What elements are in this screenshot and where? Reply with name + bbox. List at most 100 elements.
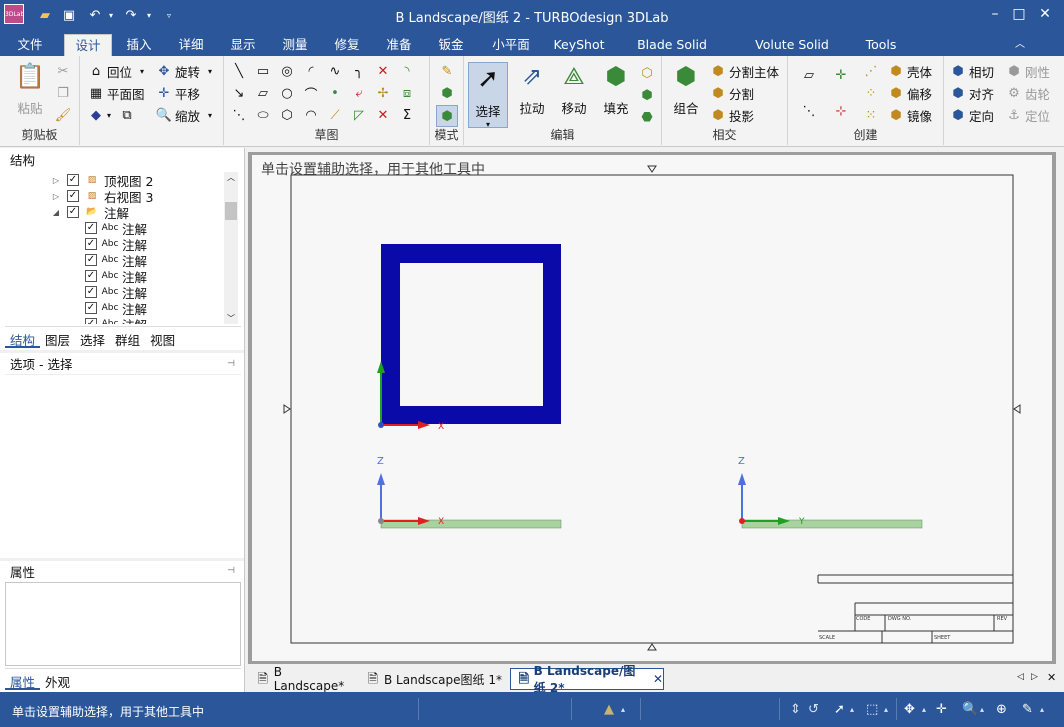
circle-icon[interactable]: ◎ [278,62,296,80]
split-button[interactable]: ⬢ 分割 [710,83,754,103]
tab-properties[interactable]: 属性 [5,669,41,690]
replace-icon[interactable]: ⬣ [638,108,656,126]
pan-view-icon[interactable]: ✛ [936,702,947,717]
expand-icon[interactable]: ▷ [51,176,61,185]
tab-views[interactable]: 视图 [145,327,180,348]
doc-tab[interactable]: 🗎 B Landscape图纸 1* [359,668,505,690]
minimize-button[interactable]: – [984,6,1006,26]
zoom-dropdown-icon[interactable]: ▴ [980,705,984,714]
move-button[interactable]: ⟁ 移动 [554,60,594,117]
rotate-button[interactable]: ✥ 旋转 ▾ [156,61,212,81]
zoom-button[interactable]: 🔍 缩放 ▾ [156,105,212,125]
pin-icon[interactable]: ⊣ [227,566,235,576]
tab-detail[interactable]: 详细 [170,34,212,56]
arc-icon[interactable]: ◜ [302,62,320,80]
tab-facets[interactable]: 小平面 [486,34,536,56]
box-select-dropdown-icon[interactable]: ▴ [884,705,888,714]
three-point-arc-icon[interactable]: ◠ [302,106,320,124]
select-mode-dropdown-icon[interactable]: ▴ [850,705,854,714]
tree-item-folder[interactable]: ◢ ✓ 📂 注解 [51,204,129,221]
blend-icon[interactable]: ⬡ [638,64,656,82]
construction-line-icon[interactable]: ⋱ [230,106,248,124]
copy-icon[interactable]: ❐ [54,84,72,102]
linear-pattern-icon[interactable]: ⋰ [862,62,880,80]
visibility-checkbox[interactable]: ✓ [67,206,79,218]
spline-icon[interactable]: ∿ [326,62,344,80]
line-icon[interactable]: ╲ [230,62,248,80]
section-mode-icon[interactable]: ⬢ [438,84,456,102]
shell-button[interactable]: ⬢ 壳体 [888,61,932,81]
tab-appearance[interactable]: 外观 [40,669,75,690]
tree-item-view[interactable]: ▷ ✓ ▨ 右视图 3 [51,188,154,205]
tangent-arc-icon[interactable]: ╮ [350,62,368,80]
combine-button[interactable]: ⬢ 组合 [666,60,706,117]
circular-pattern-icon[interactable]: ⁘ [862,84,880,102]
scroll-thumb[interactable] [225,202,237,220]
visibility-checkbox[interactable]: ✓ [85,270,97,282]
drawing-canvas[interactable]: X Z X Z Y CODE DWG NO. REV SCALE SHEET [252,155,1052,661]
coordinate-icon[interactable]: ⊹ [832,102,850,120]
pan-button[interactable]: ✛ 平移 [156,83,200,103]
plane-icon[interactable]: ▱ [800,66,818,84]
tab-selection[interactable]: 选择 [75,327,110,348]
visibility-checkbox[interactable]: ✓ [85,286,97,298]
project-button[interactable]: ⬢ 投影 [710,105,754,125]
tab-blade-solid-model[interactable]: Blade Solid Model [622,34,722,74]
plan-view-button[interactable]: ▦ 平面图 [88,83,145,103]
select-mode-icon[interactable]: ➚ [834,702,845,717]
three-point-circle-icon[interactable]: ○ [278,84,296,102]
pin-icon[interactable]: ⊣ [227,359,235,369]
split-body-button[interactable]: ⬢ 分割主体 [710,61,779,81]
tab-file[interactable]: 文件 [8,34,52,56]
ellipse-icon[interactable]: ⬭ [254,106,272,124]
close-tab-icon[interactable]: ✕ [653,672,663,686]
axis-icon[interactable]: ⋱ [800,102,818,120]
visibility-checkbox[interactable]: ✓ [85,238,97,250]
tab-keyshot[interactable]: KeyShot [552,34,606,56]
offset-curve-icon[interactable]: ◝ [398,62,416,80]
anchor-button[interactable]: ⚓ 定位 [1006,105,1050,125]
extend-icon[interactable]: ✕ [374,106,392,124]
tab-measure[interactable]: 测量 [274,34,316,56]
doc-tab[interactable]: 🗎 B Landscape* [249,665,355,693]
tab-scroll-left-icon[interactable]: ◁ [1017,672,1024,682]
bend-icon[interactable]: ⟋ [326,106,344,124]
pull-button[interactable]: ⇗ 拉动 [512,60,552,117]
scroll-updown-icon[interactable]: ⇕ [790,702,801,717]
sweep-arc-icon[interactable]: ⌒ [302,84,320,103]
tab-volute-solid-model[interactable]: Volute Solid Model [740,34,844,74]
measure-dropdown-icon[interactable]: ▴ [1040,705,1044,714]
trim-icon[interactable]: ✕ [374,62,392,80]
sum-icon[interactable]: Σ [398,106,416,124]
tab-prepare[interactable]: 准备 [378,34,420,56]
visibility-checkbox[interactable]: ✓ [85,254,97,266]
3d-mode-icon[interactable]: ⬢ [436,105,458,127]
tab-display[interactable]: 显示 [222,34,264,56]
mirror-button[interactable]: ⬢ 镜像 [888,105,932,125]
spin-dropdown-icon[interactable]: ▴ [922,705,926,714]
ribbon-collapse-icon[interactable]: ︿ [1012,34,1028,56]
offset-button[interactable]: ⬢ 偏移 [888,83,932,103]
visibility-checkbox[interactable]: ✓ [67,174,79,186]
tab-repair[interactable]: 修复 [326,34,368,56]
view-orient-icon[interactable]: ⊕ [996,702,1007,717]
sketch-mode-icon[interactable]: ✎ [438,62,456,80]
tab-groups[interactable]: 群组 [110,327,145,348]
gear-button[interactable]: ⚙ 齿轮 [1006,83,1050,103]
visibility-checkbox[interactable]: ✓ [85,318,97,324]
tab-sheetmetal[interactable]: 钣金 [430,34,472,56]
spin-icon[interactable]: ✥ [904,702,915,717]
home-button[interactable]: ⌂ 回位 ▾ [88,61,144,81]
tab-layers[interactable]: 图层 [40,327,75,348]
tab-tools[interactable]: Tools [862,34,900,56]
visibility-checkbox[interactable]: ✓ [67,190,79,202]
select-button[interactable]: ➚ 选择 ▾ [468,62,508,129]
fill-button[interactable]: ⬢ 填充 [596,60,636,117]
fillet-icon[interactable]: ⤶ [350,84,368,102]
split-line-icon[interactable]: ✢ [374,84,392,102]
visibility-checkbox[interactable]: ✓ [85,302,97,314]
cut-icon[interactable]: ✂ [54,62,72,80]
format-painter-icon[interactable]: 🖌 [54,106,72,124]
fill-pattern-icon[interactable]: ⁙ [862,106,880,124]
tree-scrollbar[interactable]: ︿ ﹀ [224,172,238,324]
